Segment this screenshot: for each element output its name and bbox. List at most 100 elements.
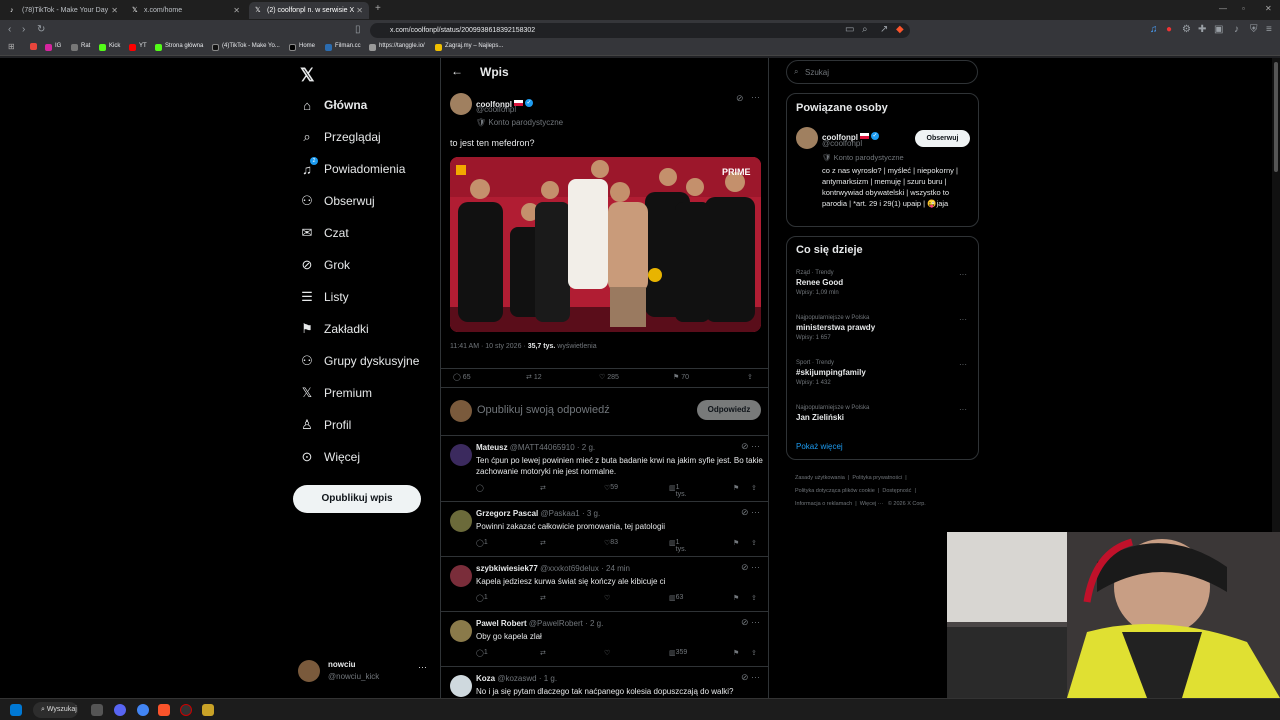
heart-icon[interactable]: ♡	[604, 649, 610, 657]
bookmark-icon[interactable]: ⚑	[733, 539, 739, 547]
like-action[interactable]: ♡ 285	[599, 373, 619, 381]
nav-notifications[interactable]: ♫ 2 Powiadomienia	[298, 154, 405, 184]
more-icon[interactable]: ···	[751, 92, 760, 102]
brave-shield-icon[interactable]: ◆	[896, 24, 904, 35]
tab-tiktok[interactable]: ♪ (78)TikTok - Make Your Day ✕	[4, 2, 124, 19]
back-arrow-icon[interactable]: ←	[451, 64, 463, 78]
share-icon[interactable]: ⇪	[751, 649, 757, 657]
views-action[interactable]: ▥ 359	[669, 649, 687, 657]
nav-premium[interactable]: 𝕏 Premium	[298, 378, 372, 408]
new-tab-icon[interactable]: +	[375, 3, 381, 14]
discord-icon[interactable]	[114, 704, 126, 716]
nav-grok[interactable]: ⊘ Grok	[298, 250, 350, 280]
more-icon[interactable]: ···	[959, 270, 967, 279]
reply-icon[interactable]: ◯	[476, 484, 484, 492]
retweet-action[interactable]: ⇄ 12	[526, 373, 542, 381]
footer-link[interactable]: Polityka dotycząca plików cookie	[795, 488, 875, 494]
more-icon[interactable]: ···	[959, 405, 967, 414]
start-icon[interactable]	[10, 704, 22, 716]
reply-action[interactable]: ◯ 1	[476, 649, 488, 657]
minimize-icon[interactable]: —	[1219, 4, 1227, 13]
reload-icon[interactable]: ↻	[37, 24, 45, 35]
footer-link[interactable]: Informacja o reklamach	[795, 501, 852, 507]
like-action[interactable]: ♡ 59	[604, 484, 618, 492]
tweet-image[interactable]: PRIME	[450, 157, 761, 332]
share-icon[interactable]: ⇪	[747, 373, 753, 381]
like-action[interactable]: ♡ 83	[604, 539, 618, 547]
bookmark-rat[interactable]: Rat	[71, 43, 90, 51]
apps-icon[interactable]: ⊞	[8, 42, 15, 51]
obs-icon[interactable]	[180, 704, 192, 716]
bookmark-home[interactable]: Home	[289, 43, 315, 51]
more-icon[interactable]: ⊘ ···	[741, 507, 760, 518]
bookmark-tanggle[interactable]: https://tanggle.io/	[369, 43, 425, 51]
reply-action[interactable]: ◯ 65	[453, 373, 471, 381]
trend-item[interactable]: Rząd · Trendy Renee Good Wpisy: 1,09 mln ··…	[796, 270, 971, 296]
retweet-icon[interactable]: ⇄	[540, 594, 546, 602]
close-icon[interactable]: ✕	[111, 6, 118, 15]
nav-communities[interactable]: ⚇ Grupy dyskusyjne	[298, 346, 419, 376]
close-icon[interactable]: ✕	[233, 6, 240, 15]
bookmark-icon[interactable]: ⚑	[733, 649, 739, 657]
maximize-icon[interactable]: ▫	[1242, 4, 1245, 13]
bookmark-yt[interactable]: YT	[129, 43, 147, 51]
more-icon[interactable]: ···	[959, 360, 967, 369]
bookmark-action[interactable]: ⚑ 70	[673, 373, 689, 381]
reply-button[interactable]: Odpowiedz	[697, 400, 761, 420]
record-icon[interactable]: ●	[1166, 24, 1172, 35]
x-logo-icon[interactable]: 𝕏	[300, 65, 315, 86]
nav-bookmarks[interactable]: ⚑ Zakładki	[298, 314, 369, 344]
chrome-icon[interactable]	[137, 704, 149, 716]
heart-icon[interactable]: ♡	[604, 594, 610, 602]
nav-home[interactable]: ⌂ Główna	[298, 90, 367, 120]
search-input[interactable]: ⌕ Szukaj	[786, 60, 978, 84]
comment-item[interactable]: Koza @kozaswd · 1 g. ⊘ ··· No i ja się p…	[441, 667, 768, 698]
comment-item[interactable]: szybkiwiesiek77 @xxxkot69delux · 24 min …	[441, 557, 768, 612]
footer-link[interactable]: Polityka prywatności	[852, 475, 902, 481]
reply-action[interactable]: ◯ 1	[476, 539, 488, 547]
app-icon[interactable]	[202, 704, 214, 716]
puzzle-icon[interactable]: ✚	[1198, 24, 1206, 35]
bookmark-mail[interactable]	[30, 43, 37, 52]
task-view-icon[interactable]	[91, 704, 103, 716]
brave-icon[interactable]	[158, 704, 170, 716]
more-icon[interactable]: ⊘ ···	[741, 672, 760, 683]
zoom-icon[interactable]: ⌕	[862, 24, 868, 35]
avatar[interactable]	[450, 93, 472, 115]
trend-item[interactable]: Najpopularniejsze w Polska Jan Zieliński ·…	[796, 405, 971, 422]
nav-chat[interactable]: ✉ Czat	[298, 218, 349, 248]
more-icon[interactable]: ⊘ ···	[741, 441, 760, 452]
share-icon[interactable]: ⇪	[751, 539, 757, 547]
sidebar-icon[interactable]: ▣	[1214, 24, 1223, 35]
retweet-icon[interactable]: ⇄	[540, 649, 546, 657]
bookmark-filman[interactable]: Filman.cc	[325, 43, 361, 51]
views-action[interactable]: ▥ 63	[669, 594, 683, 602]
nav-profile[interactable]: ♙ Profil	[298, 410, 351, 440]
close-icon[interactable]: ✕	[356, 6, 363, 15]
retweet-icon[interactable]: ⇄	[540, 484, 546, 492]
more-icon[interactable]: ⊘ ···	[741, 562, 760, 573]
close-window-icon[interactable]: ✕	[1265, 4, 1272, 13]
tab-coolfonpl[interactable]: 𝕏 (2) coolfonpl n. w serwisie X ✕	[249, 2, 369, 19]
nav-more[interactable]: ⊙ Więcej	[298, 442, 360, 472]
avatar[interactable]	[796, 127, 818, 149]
trend-item[interactable]: Sport · Trendy #skijumpingfamily Wpisy: 1 …	[796, 360, 971, 386]
shield-icon[interactable]: ⛨	[1250, 24, 1258, 35]
follow-button[interactable]: Obserwuj	[915, 130, 970, 147]
share-icon[interactable]: ⇪	[751, 594, 757, 602]
share-icon[interactable]: ↗	[880, 24, 888, 35]
cast-icon[interactable]: ▭	[845, 24, 854, 35]
footer-link[interactable]: Zasady użytkowania	[795, 475, 845, 481]
address-bar[interactable]: x.com/coolfonpl/status/20099386183921583…	[370, 23, 910, 38]
post-button[interactable]: Opublikuj wpis	[293, 485, 421, 513]
scrollbar-thumb[interactable]	[1274, 62, 1278, 172]
more-icon[interactable]: ⊘ ···	[741, 617, 760, 628]
back-icon[interactable]: ‹	[8, 24, 11, 35]
views-action[interactable]: ▥ 1 tys.	[669, 539, 687, 553]
show-more-link[interactable]: Pokaż więcej	[796, 442, 843, 451]
audio-icon[interactable]: ♫	[1150, 24, 1158, 35]
views-action[interactable]: ▥ 1 tys.	[669, 484, 687, 498]
music-icon[interactable]: ♪	[1234, 24, 1239, 35]
comment-item[interactable]: Mateusz @MATT44065910 · 2 g. ⊘ ··· Ten ć…	[441, 436, 768, 502]
nav-follow[interactable]: ⚇ Obserwuj	[298, 186, 375, 216]
